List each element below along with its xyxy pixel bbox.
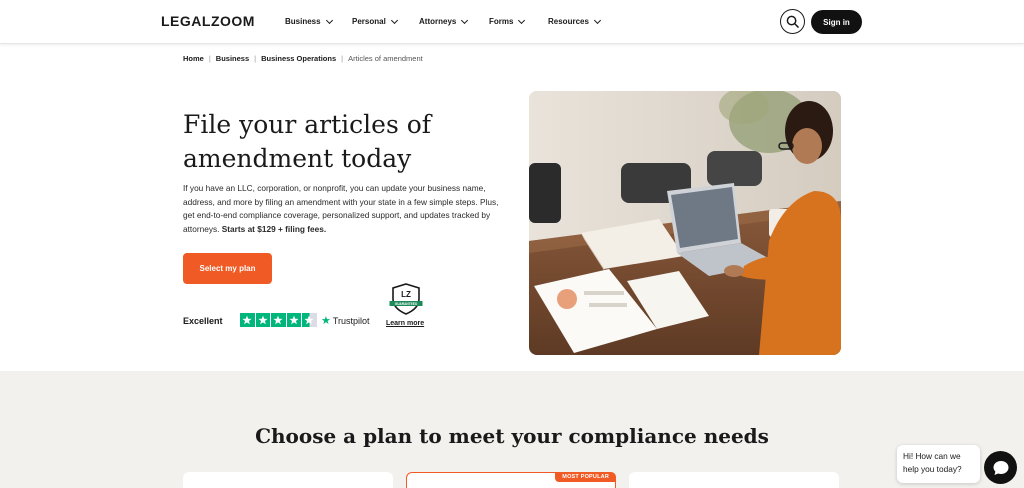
- chevron-down-icon: [325, 16, 333, 24]
- chat-icon: [993, 460, 1008, 475]
- title-line-1: File your articles of: [183, 110, 432, 139]
- woman-working-laptop-image: [529, 91, 841, 355]
- guarantee-badge-icon: LZ GUARANTEED: [389, 283, 423, 315]
- star-icon: [240, 313, 255, 327]
- chevron-down-icon: [390, 16, 398, 24]
- nav-label: Forms: [489, 17, 514, 26]
- svg-text:LZ: LZ: [401, 290, 411, 299]
- half-star-icon: [302, 313, 317, 327]
- chat-greeting-bubble[interactable]: Hi! How can we help you today?: [897, 445, 980, 483]
- nav-label: Attorneys: [419, 17, 457, 26]
- chevron-down-icon: [461, 16, 469, 24]
- nav-personal[interactable]: Personal: [352, 16, 398, 26]
- breadcrumb: Home | Business | Business Operations | …: [183, 54, 423, 63]
- learn-more-link[interactable]: Learn more: [386, 320, 424, 327]
- plan-card[interactable]: [183, 472, 393, 488]
- plans-section-title: Choose a plan to meet your compliance ne…: [255, 424, 769, 448]
- rating-label: Excellent: [183, 316, 223, 326]
- svg-text:GUARANTEED: GUARANTEED: [395, 302, 418, 306]
- nav-business[interactable]: Business: [285, 16, 333, 26]
- breadcrumb-business-operations[interactable]: Business Operations: [261, 54, 336, 63]
- trustpilot-star-icon: ★: [321, 315, 331, 327]
- trustpilot-stars[interactable]: [240, 313, 317, 327]
- nav-resources[interactable]: Resources: [548, 16, 601, 26]
- star-icon: [271, 313, 286, 327]
- chat-launcher-button[interactable]: [984, 451, 1017, 484]
- breadcrumb-business[interactable]: Business: [216, 54, 249, 63]
- title-line-2: amendment today: [183, 144, 412, 173]
- nav-label: Business: [285, 17, 321, 26]
- search-button[interactable]: [780, 9, 805, 34]
- star-icon: [286, 313, 301, 327]
- chat-greeting-line-2: help you today?: [903, 464, 962, 474]
- chevron-down-icon: [593, 16, 601, 24]
- page-title: File your articles of amendment today: [183, 108, 503, 176]
- sign-in-button[interactable]: Sign in: [811, 10, 862, 34]
- breadcrumb-current: Articles of amendment: [348, 54, 423, 63]
- trustpilot-label: Trustpilot: [332, 315, 370, 326]
- hero-description: If you have an LLC, corporation, or nonp…: [183, 182, 508, 236]
- nav-label: Personal: [352, 17, 386, 26]
- chevron-down-icon: [518, 16, 526, 24]
- nav-forms[interactable]: Forms: [489, 16, 526, 26]
- breadcrumb-separator: |: [341, 54, 344, 63]
- hero-photo: [529, 91, 841, 355]
- trustpilot-logo[interactable]: ★ Trustpilot: [321, 314, 370, 327]
- most-popular-badge: MOST POPULAR: [555, 472, 616, 482]
- search-icon: [786, 15, 799, 28]
- plan-card[interactable]: [629, 472, 839, 488]
- breadcrumb-separator: |: [254, 54, 257, 63]
- breadcrumb-separator: |: [208, 54, 211, 63]
- breadcrumb-home[interactable]: Home: [183, 54, 204, 63]
- page: LEGALZOOM Business Personal Attorneys Fo…: [0, 0, 1024, 488]
- site-header: LEGALZOOM Business Personal Attorneys Fo…: [0, 0, 1024, 44]
- nav-label: Resources: [548, 17, 589, 26]
- legalzoom-logo[interactable]: LEGALZOOM: [161, 13, 255, 29]
- star-icon: [255, 313, 270, 327]
- chat-greeting-line-1: Hi! How can we: [903, 451, 961, 461]
- select-plan-button[interactable]: Select my plan: [183, 253, 272, 284]
- price-note: Starts at $129 + filing fees.: [221, 223, 327, 234]
- nav-attorneys[interactable]: Attorneys: [419, 16, 469, 26]
- plan-card-popular[interactable]: MOST POPULAR: [406, 472, 616, 488]
